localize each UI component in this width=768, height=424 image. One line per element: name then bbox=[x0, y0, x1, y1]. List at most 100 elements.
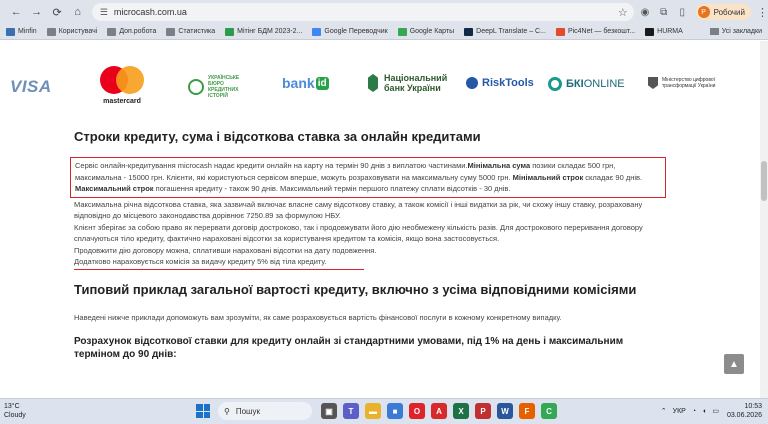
bookmark-label: Мітінг БДМ 2023-2... bbox=[237, 28, 303, 35]
min-term-text: складає 90 днів. bbox=[583, 172, 643, 182]
browser-toolbar: ← → ⟳ ⌂ ☰ microcash.com.ua ☆ ◉ ⧉ ▯ Р Роб… bbox=[0, 0, 768, 24]
teams-icon[interactable]: T bbox=[343, 403, 359, 419]
battery-icon[interactable]: ▭ bbox=[712, 407, 719, 415]
weather-condition: Cloudy bbox=[4, 412, 26, 419]
menu-icon[interactable]: ⋮ bbox=[757, 6, 768, 19]
bookmark-star-icon[interactable]: ☆ bbox=[618, 6, 628, 19]
weather-widget[interactable]: 13°C Cloudy bbox=[4, 402, 26, 420]
visa-logo: VISA bbox=[10, 77, 52, 96]
address-bar[interactable]: ☰ microcash.com.ua ☆ bbox=[91, 3, 634, 21]
forward-icon[interactable]: → bbox=[28, 3, 44, 21]
risktools-gear-icon bbox=[466, 77, 478, 89]
bookmark-favicon-icon bbox=[312, 27, 322, 36]
taskbar-search[interactable]: ⚲ Пошук bbox=[218, 402, 312, 420]
site-info-icon[interactable]: ☰ bbox=[100, 7, 108, 18]
section-heading-terms: Строки кредиту, сума і відсоткова ставка… bbox=[74, 129, 481, 144]
extensions-icon[interactable]: ⧉ bbox=[656, 4, 671, 20]
bookmark-item[interactable]: Мітінг БДМ 2023-2... bbox=[225, 27, 303, 36]
bookmark-item[interactable]: Користувачі bbox=[46, 27, 97, 36]
opera-icon[interactable]: O bbox=[409, 403, 425, 419]
ministry-logo: Міністерство цифрової трансформації Укра… bbox=[648, 77, 718, 89]
firefox-icon[interactable]: F bbox=[519, 403, 535, 419]
calculation-heading: Розрахунок відсоткової ставки для кредит… bbox=[74, 336, 624, 360]
bookmark-item[interactable]: Статистика bbox=[166, 27, 215, 36]
extension-paragraph: Продовжити дію договору можна, сплативши… bbox=[74, 245, 377, 255]
bookmark-favicon-icon bbox=[107, 27, 117, 36]
url-text[interactable]: microcash.com.ua bbox=[114, 7, 618, 17]
bookmark-favicon-icon bbox=[645, 27, 655, 36]
page-scrollbar[interactable] bbox=[760, 41, 768, 398]
bookmark-label: DeepL Translate – С... bbox=[476, 28, 546, 35]
terms-intro: Сервіс онлайн-кредитування microcash над… bbox=[75, 161, 468, 170]
search-placeholder: Пошук bbox=[235, 406, 260, 416]
ubki-seal-icon bbox=[188, 79, 204, 95]
bookmark-item[interactable]: HURMA bbox=[645, 27, 683, 36]
example-intro: Наведені нижче приклади допоможуть вам з… bbox=[74, 312, 562, 322]
clock-time: 10:53 bbox=[744, 403, 762, 410]
nbu-logo: Національний банк України bbox=[368, 73, 447, 93]
bookmark-favicon-icon bbox=[464, 27, 474, 36]
max-term-label: Максимальний строк bbox=[75, 184, 154, 193]
scrollbar-thumb[interactable] bbox=[761, 161, 767, 201]
screenshot-icon[interactable]: ◉ bbox=[638, 4, 653, 20]
commission-paragraph: Додатково нараховується комісія за видач… bbox=[74, 256, 364, 270]
bki-bold: БКІ bbox=[566, 78, 584, 90]
early-termination-paragraph: Клієнт зберігає за собою право як перерв… bbox=[74, 222, 643, 244]
sidepanel-icon[interactable]: ▯ bbox=[675, 4, 690, 20]
bookmark-item[interactable]: Pic4Net — безкошт... bbox=[555, 27, 636, 36]
mastercard-logo: mastercard bbox=[100, 66, 144, 105]
bookmark-item[interactable]: Google Карты bbox=[397, 27, 454, 36]
all-bookmarks-button[interactable]: Усі закладки bbox=[709, 28, 762, 35]
store-icon[interactable]: ■ bbox=[387, 403, 403, 419]
taskbar-apps: ⚲ Пошук ▣ T ▬ ■ O A X P W F C bbox=[196, 402, 560, 420]
clock[interactable]: 10:53 03.06.2026 bbox=[727, 402, 762, 420]
rate-paragraph: Максимальна річна відсоткова ставка, яка… bbox=[74, 199, 643, 221]
bookmark-favicon-icon bbox=[555, 27, 565, 36]
ministry-label: Міністерство цифрової трансформації Укра… bbox=[662, 77, 716, 89]
reload-icon[interactable]: ⟳ bbox=[49, 3, 65, 21]
start-button-icon[interactable] bbox=[196, 404, 210, 418]
keyboard-language[interactable]: УКР bbox=[673, 408, 686, 415]
acrobat-icon[interactable]: A bbox=[431, 403, 447, 419]
risktools-label: RiskTools bbox=[482, 77, 534, 89]
bookmark-item[interactable]: Minfin bbox=[6, 27, 37, 36]
file-explorer-icon[interactable]: ▬ bbox=[365, 403, 381, 419]
profile-label: Робочий bbox=[713, 7, 745, 17]
home-icon[interactable]: ⌂ bbox=[69, 3, 85, 21]
bookmark-label: Google Переводчик bbox=[324, 28, 388, 35]
bookmark-favicon-icon bbox=[397, 27, 407, 36]
bankid-text: bank bbox=[282, 75, 315, 91]
bookmark-label: HURMA bbox=[657, 28, 683, 35]
partner-logos: VISA mastercard УКРАЇНСЬКЕ БЮРО КРЕДИТНИ… bbox=[0, 41, 760, 129]
excel-icon[interactable]: X bbox=[453, 403, 469, 419]
scroll-to-top-button[interactable]: ▲ bbox=[724, 354, 744, 374]
chrome-icon[interactable]: C bbox=[541, 403, 557, 419]
nbu-emblem-icon bbox=[368, 74, 378, 92]
bki-online-logo: БКІONLINE bbox=[548, 77, 625, 91]
ubki-logo: УКРАЇНСЬКЕ БЮРО КРЕДИТНИХ ІСТОРІЙ bbox=[188, 75, 254, 99]
ubki-label: УКРАЇНСЬКЕ БЮРО КРЕДИТНИХ ІСТОРІЙ bbox=[208, 75, 240, 99]
back-icon[interactable]: ← bbox=[8, 3, 24, 21]
bookmark-label: Minfin bbox=[18, 28, 37, 35]
bookmark-item[interactable]: Google Переводчик bbox=[312, 27, 388, 36]
bookmark-favicon-icon bbox=[6, 27, 15, 36]
windows-taskbar: 13°C Cloudy ⚲ Пошук ▣ T ▬ ■ O A X P W F C ⌃ УКР ◔ … bbox=[0, 398, 768, 424]
task-view-icon[interactable]: ▣ bbox=[321, 403, 337, 419]
system-tray: ⌃ УКР ◔ ◖ ▭ 10:53 03.06.2026 bbox=[655, 402, 762, 420]
web-page: VISA mastercard УКРАЇНСЬКЕ БЮРО КРЕДИТНИ… bbox=[0, 41, 760, 398]
bankid-logo: bank id bbox=[282, 75, 329, 91]
all-bookmarks-label: Усі закладки bbox=[721, 28, 762, 35]
tray-overflow-icon[interactable]: ⌃ bbox=[661, 407, 667, 415]
profile-button[interactable]: Р Робочий bbox=[695, 4, 751, 20]
bki-light: ONLINE bbox=[583, 78, 625, 90]
wifi-icon[interactable]: ◔ bbox=[692, 408, 696, 415]
bookmark-favicon-icon bbox=[166, 27, 176, 36]
word-icon[interactable]: W bbox=[497, 403, 513, 419]
bankid-badge: id bbox=[315, 76, 329, 90]
volume-icon[interactable]: ◖ bbox=[702, 408, 706, 415]
bookmark-item[interactable]: DeepL Translate – С... bbox=[464, 27, 546, 36]
bookmark-label: Pic4Net — безкошт... bbox=[567, 28, 636, 35]
bookmark-item[interactable]: Доп.робота bbox=[107, 27, 156, 36]
pdf-app-icon[interactable]: P bbox=[475, 403, 491, 419]
clock-date: 03.06.2026 bbox=[726, 412, 762, 419]
